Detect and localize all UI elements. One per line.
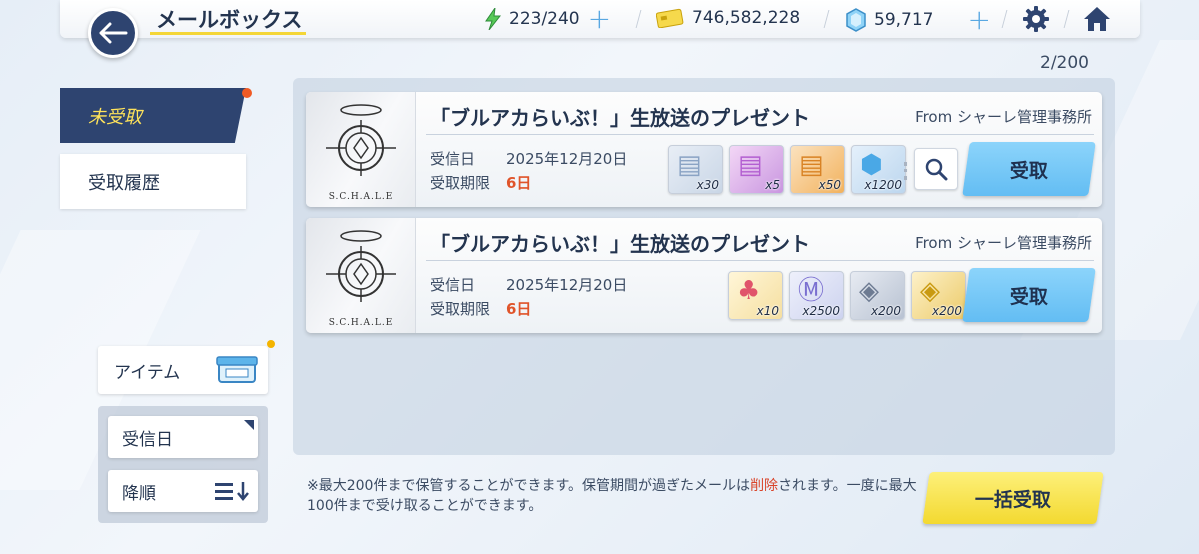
title-underline: [150, 32, 306, 35]
schale-emblem-icon: [326, 104, 396, 176]
silver-box-icon: ◈: [859, 276, 879, 306]
pyroxene-icon: [846, 8, 866, 32]
mail-thumbnail: S.C.H.A.L.E: [306, 92, 416, 207]
receive-button[interactable]: 受取: [962, 142, 1096, 196]
cake-icon: ♣: [737, 276, 761, 306]
storage-note: ※最大200件まで保管することができます。保管期間が過ぎたメールは削除されます。…: [307, 476, 917, 516]
mail-title: 「ブルアカらいぶ！」生放送のプレゼント: [430, 106, 810, 130]
divider: [426, 134, 1094, 135]
page-title: メールボックス: [156, 8, 303, 32]
lightning-icon: [485, 8, 501, 30]
ap-plus-button[interactable]: +: [588, 5, 611, 33]
tab-history[interactable]: 受取履歴: [60, 154, 246, 209]
pyroxene-value: 59,717: [874, 10, 934, 30]
reward-qty: x1200: [864, 178, 902, 192]
orange-report-icon: ▤: [799, 150, 824, 180]
more-indicator: [904, 162, 907, 180]
schale-label: S.C.H.A.L.E: [328, 192, 394, 202]
back-button[interactable]: [88, 8, 138, 58]
mail-title: 「ブルアカらいぶ！」生放送のプレゼント: [430, 232, 810, 256]
received-date-row: 受信日 2025年12月20日: [430, 274, 627, 295]
preview-button[interactable]: [914, 148, 958, 190]
sort-order-label: 降順: [122, 483, 156, 504]
ap-value: 223/240: [509, 9, 580, 29]
gold-box-icon: ◈: [920, 276, 940, 306]
tab-label: 未受取: [88, 106, 142, 128]
received-date-value: 2025年12月20日: [506, 276, 628, 294]
mail-item: S.C.H.A.L.E 「ブルアカらいぶ！」生放送のプレゼント From シャー…: [306, 218, 1102, 333]
item-filter-button[interactable]: アイテム: [98, 346, 268, 394]
reward-qty: x50: [818, 178, 841, 192]
credits-counter: 746,582,228: [656, 8, 800, 28]
sort-by-label: 受信日: [122, 429, 173, 450]
pink-report-icon: ▤: [738, 150, 763, 180]
bulk-receive-label: 一括受取: [974, 488, 1051, 511]
mail-sender: From シャーレ管理事務所: [915, 108, 1092, 126]
pyroxene-icon: ⬢: [860, 150, 883, 180]
deadline-value: 6日: [506, 174, 532, 192]
item-filter-label: アイテム: [114, 362, 181, 383]
mail-thumbnail: S.C.H.A.L.E: [306, 218, 416, 333]
reward-item[interactable]: Ⓜ x2500: [789, 271, 844, 320]
schale-emblem-icon: [326, 230, 396, 302]
notification-dot: [242, 88, 252, 98]
reward-qty: x200: [931, 304, 962, 318]
search-icon: [925, 158, 948, 181]
reward-item[interactable]: ◈ x200: [911, 271, 966, 320]
reward-qty: x10: [756, 304, 779, 318]
corner-indicator-icon: [244, 420, 254, 430]
receive-label: 受取: [1009, 285, 1048, 308]
pyroxene-counter: 59,717 +: [846, 6, 991, 34]
deadline-row: 受取期限 6日: [430, 172, 531, 193]
deadline-row: 受取期限 6日: [430, 298, 531, 319]
reward-item[interactable]: ♣ x10: [728, 271, 783, 320]
settings-button[interactable]: [1021, 5, 1051, 33]
notification-dot: [267, 340, 275, 348]
divider: [426, 260, 1094, 261]
receive-button[interactable]: 受取: [962, 268, 1096, 322]
reward-item[interactable]: ⬢ x1200: [851, 145, 906, 194]
reward-qty: x5: [765, 178, 780, 192]
home-icon: [1084, 7, 1110, 31]
deadline-value: 6日: [506, 300, 532, 318]
reward-items: ▤ x30 ▤ x5 ▤ x50 ⬢ x1200: [668, 145, 906, 194]
credit-card-icon: [656, 8, 684, 28]
item-box-icon: [216, 356, 258, 383]
reward-qty: x200: [870, 304, 901, 318]
bulk-receive-button[interactable]: 一括受取: [922, 472, 1104, 524]
mail-count: 2/200: [1040, 53, 1089, 73]
tab-label: 受取履歴: [88, 172, 160, 194]
mail-sender: From シャーレ管理事務所: [915, 234, 1092, 252]
gear-icon: [1023, 6, 1049, 32]
reward-item[interactable]: ▤ x30: [668, 145, 723, 194]
back-arrow-icon: [99, 22, 128, 44]
received-date-row: 受信日 2025年12月20日: [430, 148, 627, 169]
sort-order-button[interactable]: 降順: [108, 470, 258, 512]
deadline-label: 受取期限: [430, 300, 491, 318]
home-button[interactable]: [1082, 5, 1112, 33]
ap-counter: 223/240 +: [485, 5, 611, 33]
received-date-value: 2025年12月20日: [506, 150, 628, 168]
credits-value: 746,582,228: [692, 8, 801, 28]
reward-items: ♣ x10 Ⓜ x2500 ◈ x200 ◈ x200: [728, 271, 966, 320]
note-text: ※最大200件まで保管することができます。保管期間が過ぎたメールは: [307, 478, 751, 494]
reward-qty: x2500: [802, 304, 840, 318]
pyroxene-plus-button[interactable]: +: [967, 6, 990, 34]
deadline-label: 受取期限: [430, 174, 491, 192]
note-highlight: 削除: [750, 478, 779, 494]
reward-item[interactable]: ▤ x50: [790, 145, 845, 194]
ticket-icon: Ⓜ: [798, 276, 825, 306]
reward-item[interactable]: ◈ x200: [850, 271, 905, 320]
schale-label: S.C.H.A.L.E: [328, 318, 394, 328]
reward-item[interactable]: ▤ x5: [729, 145, 784, 194]
sort-by-button[interactable]: 受信日: [108, 416, 258, 458]
received-date-label: 受信日: [430, 276, 476, 294]
receive-label: 受取: [1009, 159, 1048, 182]
tab-unreceived[interactable]: 未受取: [60, 88, 246, 143]
reward-qty: x30: [696, 178, 719, 192]
sort-descending-icon: [215, 482, 249, 501]
report-icon: ▤: [677, 150, 702, 180]
received-date-label: 受信日: [430, 150, 476, 168]
mail-item: S.C.H.A.L.E 「ブルアカらいぶ！」生放送のプレゼント From シャー…: [306, 92, 1102, 207]
